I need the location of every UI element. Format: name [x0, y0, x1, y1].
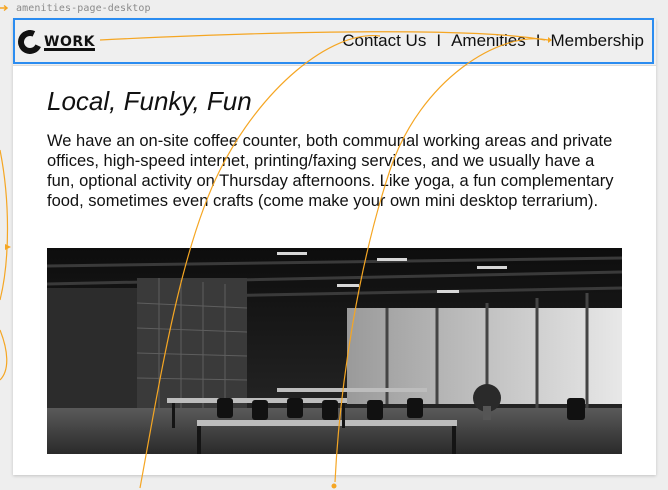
nav-separator: I	[436, 31, 442, 50]
nav-separator: I	[535, 31, 541, 50]
site-header: WORK Contact Us I Amenities I Membership	[13, 19, 656, 66]
page-title: Local, Funky, Fun	[47, 86, 252, 116]
logo-wordmark: WORK	[44, 34, 95, 50]
amenities-description: We have an on-site coffee counter, both …	[47, 132, 614, 210]
office-photo-illustration	[47, 248, 622, 454]
nav-amenities[interactable]: Amenities	[451, 31, 526, 51]
main-nav: Contact Us I Amenities I Membership	[342, 31, 644, 51]
frame-link-arrow-icon	[0, 5, 8, 11]
logo-c-mark	[14, 26, 46, 58]
artboard: WORK Contact Us I Amenities I Membership…	[13, 19, 656, 475]
nav-membership[interactable]: Membership	[550, 31, 644, 51]
nav-contact-us[interactable]: Contact Us	[342, 31, 426, 51]
cowork-logo[interactable]: WORK	[14, 26, 113, 58]
coworking-office-photo	[47, 248, 622, 454]
frame-label[interactable]: amenities-page-desktop	[16, 3, 151, 14]
